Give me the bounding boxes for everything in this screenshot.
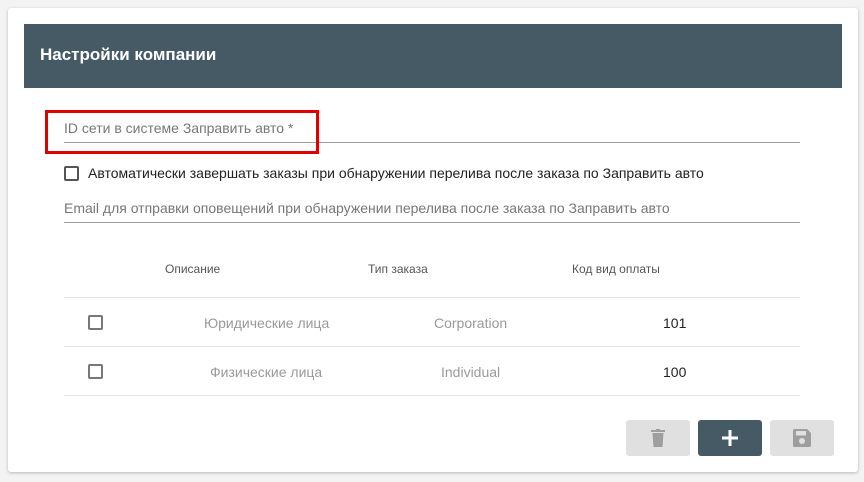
page-header: Настройки компании	[24, 24, 842, 88]
table-cell-payment-code: 100	[663, 364, 687, 380]
add-button[interactable]	[698, 420, 762, 456]
table-cell-description: Физические лица	[210, 364, 323, 380]
table-divider	[64, 395, 800, 396]
table-cell-order-type: Corporation	[434, 315, 508, 331]
row-checkbox[interactable]	[88, 364, 103, 379]
table-cell-order-type: Individual	[441, 364, 501, 380]
trash-icon	[651, 429, 665, 447]
email-field[interactable]	[64, 193, 800, 223]
table-cell-payment-code: 101	[663, 315, 687, 331]
auto-complete-label: Автоматически завершать заказы при обнар…	[88, 165, 704, 181]
auto-complete-checkbox[interactable]	[64, 165, 79, 181]
delete-button[interactable]	[626, 420, 690, 456]
page-title: Настройки компании	[40, 45, 217, 64]
table-divider	[64, 297, 800, 298]
highlight-box	[45, 110, 319, 154]
column-header-description[interactable]: Описание	[165, 262, 220, 276]
column-header-order-type[interactable]: Тип заказа	[368, 262, 428, 276]
table-cell-description: Юридические лица	[204, 315, 330, 331]
plus-icon	[722, 430, 738, 446]
column-header-payment-code[interactable]: Код вид оплаты	[572, 262, 660, 276]
auto-complete-option[interactable]: Автоматически завершать заказы при обнар…	[64, 164, 704, 182]
row-checkbox[interactable]	[88, 315, 103, 330]
floppy-disk-icon	[793, 429, 811, 447]
table-divider	[64, 346, 800, 347]
save-button[interactable]	[770, 420, 834, 456]
email-input[interactable]	[64, 193, 800, 222]
